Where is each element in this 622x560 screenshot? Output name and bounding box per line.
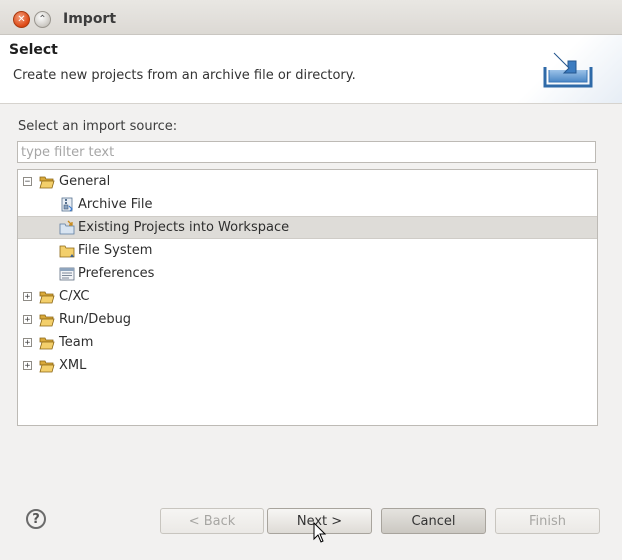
- expand-toggle-icon[interactable]: +: [23, 361, 32, 371]
- folder-icon: [39, 291, 55, 303]
- tree-item-run-debug[interactable]: + Run/Debug: [18, 308, 597, 331]
- tree-item-label: Archive File: [78, 197, 153, 212]
- filter-input[interactable]: [17, 141, 596, 163]
- folder-icon: [39, 337, 55, 349]
- minimize-icon[interactable]: ⌃: [34, 11, 51, 28]
- page-description: Create new projects from an archive file…: [13, 68, 356, 83]
- tree-item-preferences[interactable]: Preferences: [18, 262, 597, 285]
- source-prompt: Select an import source:: [18, 119, 178, 134]
- collapse-toggle-icon[interactable]: −: [23, 177, 32, 187]
- window-title: Import: [63, 11, 117, 27]
- tree-item-file-system[interactable]: File System: [18, 239, 597, 262]
- close-icon[interactable]: ✕: [13, 11, 30, 28]
- tree-item-label: Preferences: [78, 266, 155, 281]
- help-icon[interactable]: ?: [26, 509, 46, 529]
- title-bar: ✕ ⌃ Import: [0, 0, 622, 35]
- mouse-cursor-icon: [313, 522, 327, 543]
- finish-button[interactable]: Finish: [495, 508, 600, 534]
- back-button[interactable]: < Back: [160, 508, 264, 534]
- tree-item-label: XML: [59, 358, 87, 373]
- tree-item-team[interactable]: + Team: [18, 331, 597, 354]
- import-source-tree[interactable]: − General Archive File Existing Projects…: [17, 169, 598, 426]
- tree-item-general[interactable]: − General: [18, 170, 597, 193]
- tree-item-existing-projects[interactable]: Existing Projects into Workspace: [18, 216, 597, 239]
- expand-toggle-icon[interactable]: +: [23, 338, 32, 348]
- cancel-button[interactable]: Cancel: [381, 508, 486, 534]
- folder-icon: [39, 360, 55, 372]
- tree-item-label: Existing Projects into Workspace: [78, 220, 290, 235]
- expand-toggle-icon[interactable]: +: [23, 315, 32, 325]
- preferences-icon: [59, 267, 75, 280]
- folder-open-icon: [39, 176, 55, 188]
- tree-item-label: General: [59, 174, 111, 189]
- archive-file-icon: [61, 197, 73, 211]
- folder-icon: [39, 314, 55, 326]
- tree-item-cxc[interactable]: + C/XC: [18, 285, 597, 308]
- page-title: Select: [9, 42, 58, 58]
- tree-item-label: Team: [59, 335, 94, 350]
- tree-item-label: File System: [78, 243, 153, 258]
- expand-toggle-icon[interactable]: +: [23, 292, 32, 302]
- folder-icon: [59, 245, 75, 257]
- import-icon: [543, 52, 593, 88]
- tree-item-label: Run/Debug: [59, 312, 132, 327]
- tree-item-archive-file[interactable]: Archive File: [18, 193, 597, 216]
- tree-item-xml[interactable]: + XML: [18, 354, 597, 377]
- existing-projects-icon: [59, 220, 75, 234]
- tree-item-label: C/XC: [59, 289, 90, 304]
- wizard-banner: Select Create new projects from an archi…: [0, 35, 622, 104]
